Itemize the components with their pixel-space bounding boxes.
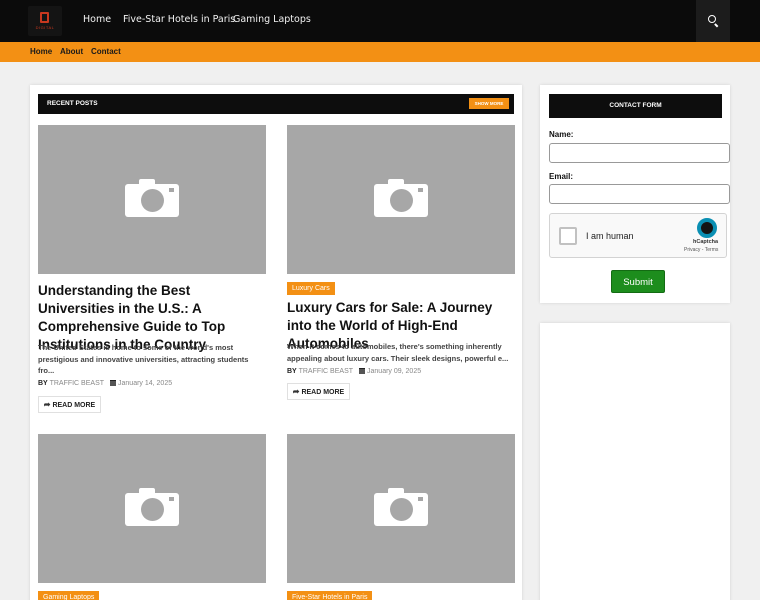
post-thumbnail[interactable] — [38, 434, 266, 583]
post-author[interactable]: TRAFFIC BEAST — [50, 380, 104, 387]
subnav-about[interactable]: About — [60, 47, 83, 56]
nav-home[interactable]: Home — [83, 14, 111, 25]
hcaptcha-widget: I am human hCaptcha Privacy - Terms — [549, 213, 727, 258]
section-title: RECENT POSTS — [47, 100, 98, 107]
camera-icon — [125, 487, 179, 526]
contact-form-widget: CONTACT FORM Name: Email: I am human hCa… — [540, 85, 730, 303]
nav-five-star-hotels[interactable]: Five-Star Hotels in Paris — [123, 14, 235, 25]
search-icon-handle — [714, 23, 719, 28]
top-navbar: DIGITAL Home Five-Star Hotels in Paris G… — [0, 0, 760, 42]
email-input[interactable] — [549, 184, 730, 204]
show-more-button[interactable]: SHOW MORE — [469, 98, 509, 109]
category-tag[interactable]: Gaming Laptops — [38, 591, 100, 600]
post-author[interactable]: TRAFFIC BEAST — [299, 368, 353, 375]
subnav-home[interactable]: Home — [30, 47, 52, 56]
post-thumbnail[interactable] — [287, 125, 515, 274]
hcaptcha-logo-icon — [697, 218, 717, 238]
read-more-label: READ MORE — [301, 389, 345, 396]
recent-posts-panel: RECENT POSTS SHOW MORE Understanding the… — [30, 85, 522, 600]
by-label: BY — [38, 380, 48, 387]
submit-button[interactable]: Submit — [611, 270, 665, 293]
nav-gaming-laptops[interactable]: Gaming Laptops — [233, 14, 311, 25]
post-thumbnail[interactable] — [38, 125, 266, 274]
sidebar-widget — [540, 323, 730, 600]
secondary-navbar: Home About Contact — [0, 42, 760, 62]
contact-form-title: CONTACT FORM — [549, 94, 722, 118]
logo-text: DIGITAL — [35, 25, 55, 30]
share-arrow-icon: ➦ — [43, 400, 51, 409]
post-meta: BY TRAFFIC BEAST January 09, 2025 — [287, 368, 421, 375]
name-input[interactable] — [549, 143, 730, 163]
share-arrow-icon: ➦ — [292, 387, 300, 396]
search-button[interactable] — [696, 0, 730, 42]
category-tag[interactable]: Luxury Cars — [287, 282, 335, 295]
by-label: BY — [287, 368, 297, 375]
post-date: January 14, 2025 — [118, 380, 173, 387]
site-logo[interactable]: DIGITAL — [28, 6, 62, 36]
read-more-button[interactable]: ➦ READ MORE — [287, 383, 350, 400]
post-excerpt: When it comes to automobiles, there's so… — [287, 342, 509, 363]
captcha-label: I am human — [586, 231, 634, 241]
email-label: Email: — [549, 172, 574, 181]
post-date: January 09, 2025 — [367, 368, 422, 375]
captcha-checkbox[interactable] — [559, 227, 577, 245]
captcha-brand: hCaptcha — [693, 239, 719, 245]
camera-icon — [374, 487, 428, 526]
post-thumbnail[interactable] — [287, 434, 515, 583]
camera-icon — [374, 178, 428, 217]
recent-posts-header: RECENT POSTS SHOW MORE — [38, 94, 514, 114]
camera-icon — [125, 178, 179, 217]
category-tag[interactable]: Five-Star Hotels in Paris — [287, 591, 373, 600]
post-meta: BY TRAFFIC BEAST January 14, 2025 — [38, 380, 172, 387]
read-more-label: READ MORE — [52, 402, 96, 409]
search-icon — [708, 15, 716, 23]
calendar-icon — [359, 368, 366, 374]
captcha-terms-link[interactable]: Privacy - Terms — [684, 247, 718, 253]
calendar-icon — [110, 380, 117, 386]
name-label: Name: — [549, 130, 574, 139]
subnav-contact[interactable]: Contact — [91, 47, 121, 56]
logo-mark-icon — [40, 12, 49, 23]
read-more-button[interactable]: ➦ READ MORE — [38, 396, 101, 413]
post-excerpt: The United States is home to some of the… — [38, 343, 249, 375]
